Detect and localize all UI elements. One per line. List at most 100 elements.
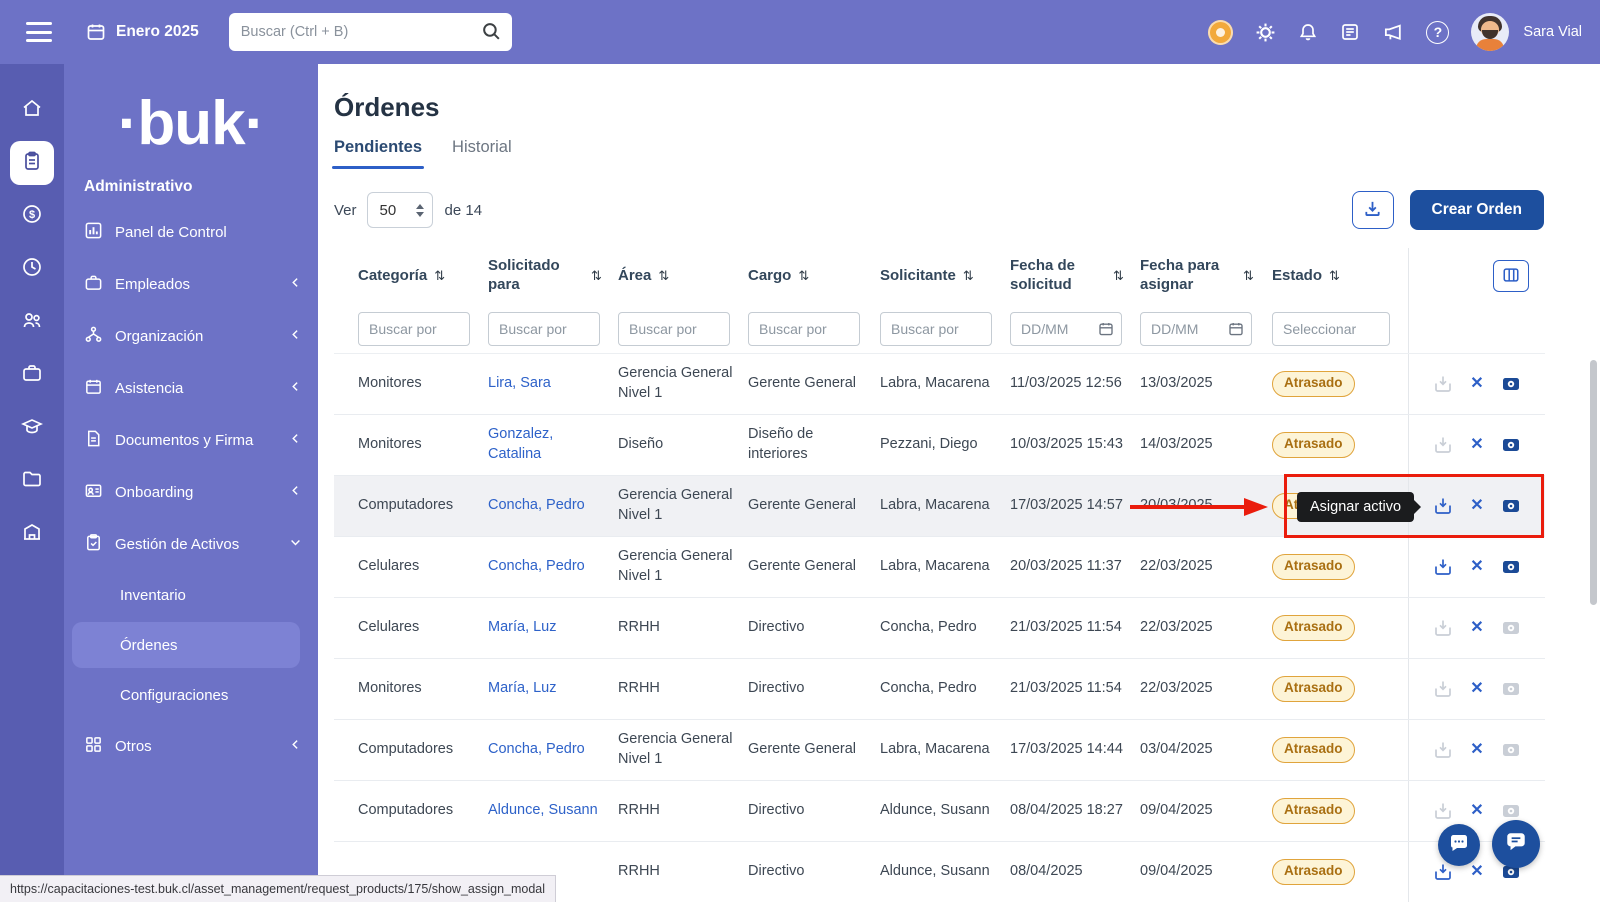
gear-icon[interactable] — [1255, 22, 1276, 43]
col-header-categoria[interactable]: Categoría⇅ — [334, 248, 488, 304]
view-order-button[interactable] — [1501, 496, 1521, 516]
cell-solicitado-link[interactable]: Concha, Pedro — [488, 476, 618, 536]
export-download-button[interactable] — [1352, 191, 1394, 229]
tab-historial[interactable]: Historial — [452, 138, 512, 169]
cell-solicitado-link[interactable]: Concha, Pedro — [488, 720, 618, 780]
rail-company-button[interactable] — [10, 512, 54, 556]
rail-payroll-button[interactable]: $ — [10, 194, 54, 238]
cancel-order-button[interactable]: ✕ — [1467, 740, 1487, 760]
cell-solicitado-link[interactable]: Concha, Pedro — [488, 537, 618, 597]
col-header-cargo[interactable]: Cargo⇅ — [748, 248, 880, 304]
rail-orders-button[interactable] — [10, 141, 54, 185]
cell-solicitado-link[interactable]: María, Luz — [488, 659, 618, 719]
sidebar-item-asistencia[interactable]: Asistencia — [64, 362, 318, 414]
view-order-button[interactable] — [1501, 557, 1521, 577]
col-header-estado[interactable]: Estado⇅ — [1272, 248, 1408, 304]
tab-pendientes[interactable]: Pendientes — [334, 138, 422, 169]
sidebar-subitem-ordenes[interactable]: Órdenes — [72, 622, 300, 668]
sidebar-item-documentos-y-firma[interactable]: Documentos y Firma — [64, 414, 318, 466]
chat-fab-button[interactable] — [1438, 824, 1480, 866]
assign-asset-button[interactable] — [1433, 679, 1453, 699]
cell-solicitado-link[interactable]: Aldunce, Susann — [488, 781, 618, 841]
sort-icon[interactable]: ⇅ — [963, 268, 974, 284]
vertical-scrollbar[interactable] — [1590, 360, 1597, 605]
cancel-order-button[interactable]: ✕ — [1467, 618, 1487, 638]
sort-icon[interactable]: ⇅ — [1243, 268, 1254, 284]
view-order-button[interactable] — [1501, 679, 1521, 699]
view-order-button[interactable] — [1501, 618, 1521, 638]
sort-icon[interactable]: ⇅ — [591, 268, 602, 284]
col-header-fecha-solicitud[interactable]: Fecha de solicitud⇅ — [1010, 248, 1140, 304]
sort-icon[interactable]: ⇅ — [798, 268, 809, 284]
news-icon[interactable] — [1340, 22, 1360, 42]
assign-asset-button[interactable] — [1433, 435, 1453, 455]
cell-solicitado-link[interactable]: Gonzalez, Catalina — [488, 415, 618, 475]
view-order-button[interactable] — [1501, 435, 1521, 455]
sidebar-item-empleados[interactable]: Empleados — [64, 258, 318, 310]
page-size-select[interactable]: 50 — [367, 192, 433, 228]
sort-icon[interactable]: ⇅ — [1329, 268, 1340, 284]
cancel-order-button[interactable]: ✕ — [1467, 374, 1487, 394]
sidebar-subitem-configuraciones[interactable]: Configuraciones — [64, 670, 318, 720]
sidebar-item-otros[interactable]: Otros — [64, 720, 318, 772]
col-header-solicitante[interactable]: Solicitante⇅ — [880, 248, 1010, 304]
sidebar-item-organizacion[interactable]: Organización — [64, 310, 318, 362]
cell-solicitado-link[interactable]: Lira, Sara — [488, 354, 618, 414]
user-name[interactable]: Sara Vial — [1523, 24, 1582, 40]
sidebar-item-panel-de-control[interactable]: Panel de Control — [64, 206, 318, 258]
view-order-button[interactable] — [1501, 740, 1521, 760]
col-header-area[interactable]: Área⇅ — [618, 248, 748, 304]
cancel-order-button[interactable]: ✕ — [1467, 862, 1487, 882]
filter-cargo-input[interactable] — [748, 312, 860, 346]
search-input[interactable] — [229, 13, 512, 51]
avatar[interactable] — [1471, 13, 1509, 51]
col-header-fecha-asignar[interactable]: Fecha para asignar⇅ — [1140, 248, 1272, 304]
col-header-solicitado-para[interactable]: Solicitado para ⇅ — [488, 248, 618, 304]
rail-home-button[interactable] — [10, 88, 54, 132]
assign-asset-button[interactable] — [1433, 801, 1453, 821]
rail-benefits-button[interactable] — [10, 353, 54, 397]
filter-solicitante-input[interactable] — [880, 312, 992, 346]
cancel-order-button[interactable]: ✕ — [1467, 801, 1487, 821]
assign-asset-button[interactable] — [1433, 374, 1453, 394]
filter-estado-select[interactable]: Seleccionar — [1272, 312, 1390, 346]
rail-documents-button[interactable] — [10, 459, 54, 503]
filter-categoria-input[interactable] — [358, 312, 470, 346]
rail-training-button[interactable] — [10, 406, 54, 450]
cancel-order-button[interactable]: ✕ — [1467, 435, 1487, 455]
status-badge: Atrasado — [1272, 676, 1355, 701]
filter-solicitado-input[interactable] — [488, 312, 600, 346]
rail-time-button[interactable] — [10, 247, 54, 291]
sidebar-subitem-inventario[interactable]: Inventario — [64, 570, 318, 620]
assign-asset-button[interactable] — [1433, 740, 1453, 760]
rewards-coin-icon[interactable] — [1208, 20, 1233, 45]
sidebar-item-onboarding[interactable]: Onboarding — [64, 466, 318, 518]
cell-cargo: Diseño de interiores — [748, 415, 880, 475]
sidebar-item-gestion-de-activos[interactable]: Gestión de Activos — [64, 518, 318, 570]
cancel-order-button[interactable]: ✕ — [1467, 679, 1487, 699]
assign-asset-button[interactable] — [1433, 557, 1453, 577]
cell-solicitado-link[interactable]: María, Luz — [488, 598, 618, 658]
bell-icon[interactable] — [1298, 22, 1318, 43]
help-icon[interactable]: ? — [1426, 21, 1449, 44]
sort-icon[interactable]: ⇅ — [434, 268, 445, 284]
cancel-order-button[interactable]: ✕ — [1467, 496, 1487, 516]
sort-icon[interactable]: ⇅ — [1113, 268, 1124, 284]
assign-asset-button[interactable] — [1433, 496, 1453, 516]
filter-area-input[interactable] — [618, 312, 730, 346]
cancel-order-button[interactable]: ✕ — [1467, 557, 1487, 577]
sort-icon[interactable]: ⇅ — [658, 268, 669, 284]
menu-toggle-button[interactable] — [26, 22, 52, 42]
assign-asset-button[interactable] — [1433, 862, 1453, 882]
support-fab-button[interactable] — [1492, 820, 1540, 868]
megaphone-icon[interactable] — [1382, 22, 1404, 43]
column-settings-button[interactable] — [1493, 260, 1529, 292]
period-selector[interactable]: Enero 2025 — [86, 22, 199, 42]
col-header-label: Solicitado para — [488, 257, 584, 295]
search-icon[interactable] — [481, 21, 502, 47]
view-order-button[interactable] — [1501, 374, 1521, 394]
assign-asset-button[interactable] — [1433, 618, 1453, 638]
view-order-button[interactable] — [1501, 801, 1521, 821]
create-order-button[interactable]: Crear Orden — [1410, 190, 1544, 230]
rail-talent-button[interactable] — [10, 300, 54, 344]
